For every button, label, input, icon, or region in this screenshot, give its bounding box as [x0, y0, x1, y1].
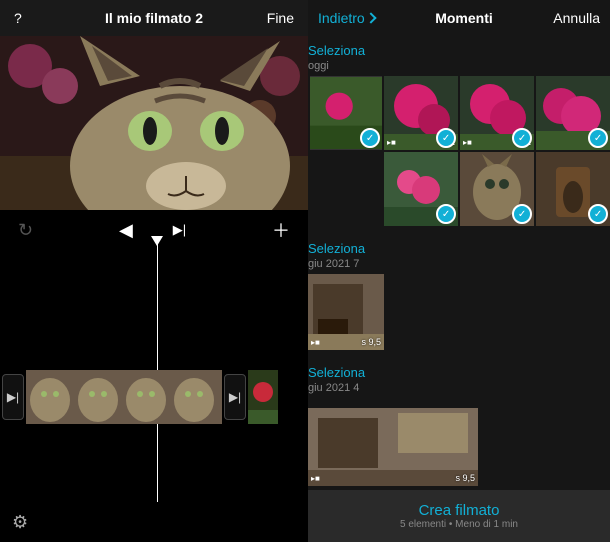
media-thumbnail[interactable]: ✓: [460, 152, 534, 226]
back-label: Indietro: [318, 10, 365, 26]
selected-check-icon: ✓: [436, 204, 456, 224]
timeline-clip[interactable]: [26, 370, 222, 424]
thumbnail-row: ✓ ✓ ✓: [308, 152, 610, 226]
redo-icon[interactable]: ↻: [18, 220, 33, 241]
select-link[interactable]: Seleziona: [308, 43, 365, 58]
picker-title: Momenti: [435, 10, 493, 26]
editor-header: ? Il mio filmato 2 Fine: [0, 0, 308, 36]
project-title: Il mio filmato 2: [64, 10, 244, 26]
chevron-right-icon: [365, 12, 376, 23]
section-header: Seleziona 7 giu 2021: [308, 234, 610, 274]
video-icon: ■▸: [311, 474, 320, 483]
video-icon: ■▸: [387, 138, 396, 147]
thumbnail-row: 9,5 s ■▸: [308, 274, 610, 350]
thumbnail-row: 9,5 s ■▸: [308, 408, 610, 486]
media-thumbnail[interactable]: 11 s ■▸ ✓: [460, 76, 534, 150]
video-track[interactable]: ▶| ▶|: [0, 370, 308, 424]
cancel-button[interactable]: Annulla: [553, 10, 600, 26]
video-icon: ■▸: [463, 138, 472, 147]
gear-icon[interactable]: ⚙: [12, 512, 28, 533]
play-icon[interactable]: ◀: [119, 220, 133, 241]
select-link[interactable]: Seleziona: [308, 241, 365, 256]
timeline-clip[interactable]: [248, 370, 278, 424]
clip-endcap-icon[interactable]: ▶|: [224, 374, 246, 420]
picker-footer: Crea filmato 5 elementi • Meno di 1 min: [308, 490, 610, 542]
section-header: Seleziona 4 giu 2021: [308, 358, 610, 398]
thumbnail-row: ✓ 11 s ■▸ ✓ 11 s ■▸ ✓ ✓: [308, 76, 610, 150]
clip-endcap-icon[interactable]: ▶|: [2, 374, 24, 420]
section-date: 7 giu 2021: [308, 258, 608, 270]
selected-check-icon: ✓: [588, 204, 608, 224]
media-thumbnail[interactable]: 11 s ■▸ ✓: [384, 76, 458, 150]
media-thumbnail[interactable]: ✓: [536, 152, 610, 226]
help-button[interactable]: ?: [14, 10, 64, 26]
duration-label: 9,5 s: [361, 337, 381, 347]
selected-check-icon: ✓: [588, 128, 608, 148]
section-header: Seleziona oggi: [308, 36, 610, 76]
select-link[interactable]: Seleziona: [308, 365, 365, 380]
media-thumbnail[interactable]: ✓: [384, 152, 458, 226]
add-media-icon[interactable]: ＋: [272, 217, 290, 243]
editor-panel: ? Il mio filmato 2 Fine: [0, 0, 308, 542]
playhead[interactable]: [157, 236, 158, 502]
timeline[interactable]: ▶| ▶|: [0, 250, 308, 502]
selected-check-icon: ✓: [436, 128, 456, 148]
media-thumbnail[interactable]: ✓: [536, 76, 610, 150]
back-button[interactable]: Indietro: [318, 10, 375, 26]
media-thumbnail[interactable]: 9,5 s ■▸: [308, 274, 384, 350]
done-button[interactable]: Fine: [244, 10, 294, 26]
media-thumbnail[interactable]: ✓: [310, 76, 382, 150]
selected-check-icon: ✓: [512, 204, 532, 224]
video-preview[interactable]: [0, 36, 308, 210]
selection-summary: 5 elementi • Meno di 1 min: [400, 519, 518, 530]
picker-header: Indietro Momenti Annulla: [308, 0, 610, 36]
skip-icon[interactable]: ▶|: [173, 222, 186, 238]
video-icon: ■▸: [311, 338, 320, 347]
create-movie-button[interactable]: Crea filmato: [419, 502, 500, 519]
media-picker-panel: Indietro Momenti Annulla Seleziona oggi …: [308, 0, 610, 542]
media-thumbnail[interactable]: 9,5 s ■▸: [308, 408, 478, 486]
duration-label: 9,5 s: [455, 473, 475, 483]
section-date: 4 giu 2021: [308, 382, 608, 394]
editor-footer: ⚙: [0, 502, 308, 542]
section-date: oggi: [308, 60, 608, 72]
selected-check-icon: ✓: [360, 128, 380, 148]
picker-body[interactable]: Seleziona oggi ✓ 11 s ■▸ ✓ 11 s ■▸ ✓: [308, 36, 610, 490]
selected-check-icon: ✓: [512, 128, 532, 148]
